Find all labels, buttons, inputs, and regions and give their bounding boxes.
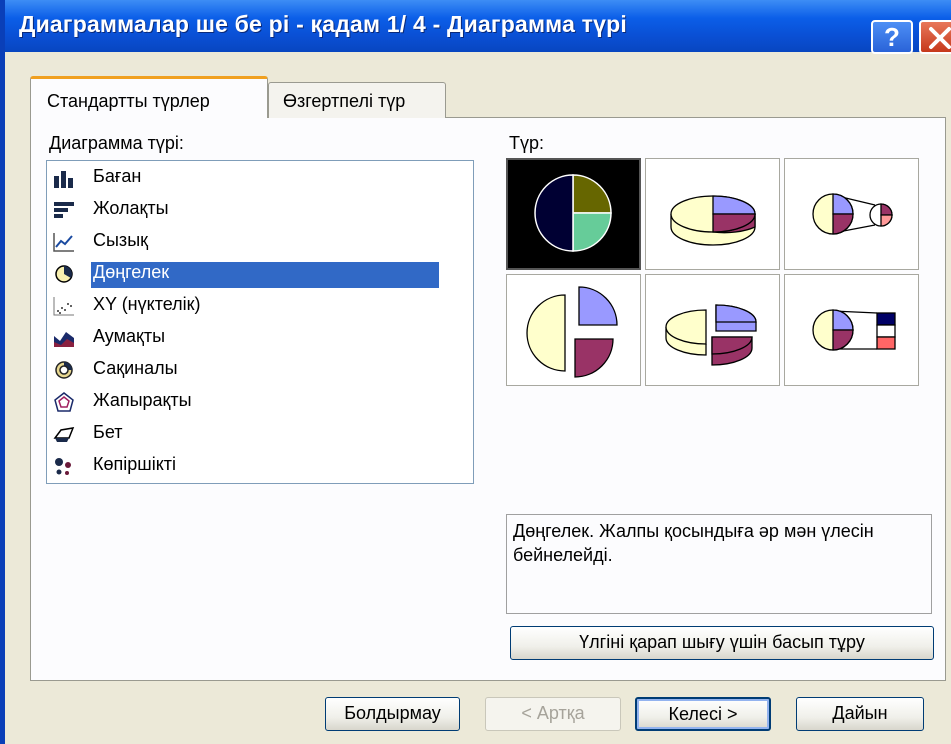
list-item[interactable]: Жолақты (49, 195, 439, 225)
next-button[interactable]: Келесі > (635, 697, 771, 731)
preview-button-label: Үлгіні қарап шығу үшін басып тұру (579, 632, 865, 652)
list-item-label: Сызық (93, 230, 149, 250)
doughnut-chart-icon (55, 361, 73, 379)
list-item[interactable]: Жапырақты (49, 387, 439, 417)
subtype-pie-of-pie[interactable] (784, 158, 919, 270)
list-item-label: Сақиналы (93, 358, 178, 378)
tab-standard-types[interactable]: Стандартты түрлер (30, 76, 268, 118)
list-item-label: XY (нүктелік) (93, 294, 201, 314)
exploded-pie-3d-subtype-icon (665, 304, 757, 366)
scatter-chart-icon (53, 297, 74, 316)
list-item-selected[interactable]: Дөңгелек (49, 259, 439, 289)
list-item-label: Көпіршікті (93, 454, 177, 474)
subtype-exploded-pie[interactable] (506, 274, 641, 386)
tab-custom-types-label: Өзгертпелі түр (283, 91, 406, 111)
pie-subtype-icon (534, 174, 612, 252)
bar-chart-icon (54, 202, 74, 218)
help-button[interactable]: ? (871, 20, 913, 54)
pie-of-pie-subtype-icon (812, 193, 893, 235)
line-chart-icon (53, 233, 74, 252)
subtype-exploded-pie-3d[interactable] (645, 274, 780, 386)
list-item[interactable]: Сызық (49, 227, 439, 257)
window-title: Диаграммалар ше бе рі - қадам 1/ 4 - Диа… (19, 11, 627, 37)
cancel-button-label: Болдырмау (344, 703, 441, 723)
close-icon (929, 27, 951, 49)
tab-custom-types[interactable]: Өзгертпелі түр (268, 82, 446, 118)
close-button[interactable] (919, 20, 951, 54)
radar-chart-icon (54, 392, 74, 412)
list-item[interactable]: Көпіршікті (49, 451, 439, 481)
list-item-label: Дөңгелек (91, 262, 439, 288)
subtype-label: Түр: (509, 133, 545, 153)
subtype-pie-3d[interactable] (645, 158, 780, 270)
title-bar[interactable]: Диаграммалар ше бе рі - қадам 1/ 4 - Диа… (5, 0, 951, 54)
bubble-chart-icon (55, 458, 71, 475)
subtype-bar-of-pie[interactable] (784, 274, 919, 386)
list-item-label: Аумақты (93, 326, 166, 346)
subtype-grid (506, 158, 919, 386)
chart-description: Дөңгелек. Жалпы қосындыға әр мән үлесін … (506, 514, 932, 614)
chart-type-label: Диаграмма түрі: (49, 133, 184, 153)
chart-wizard-window: Диаграммалар ше бе рі - қадам 1/ 4 - Диа… (0, 0, 951, 744)
column-chart-icon (54, 171, 73, 188)
list-item[interactable]: Баған (49, 163, 439, 193)
list-item-label: Жолақты (93, 198, 169, 218)
pie-3d-subtype-icon (670, 195, 756, 246)
list-item[interactable]: Аумақты (49, 323, 439, 353)
surface-chart-icon (53, 427, 75, 442)
subtype-pie[interactable] (506, 158, 641, 270)
list-item[interactable]: Сақиналы (49, 355, 439, 385)
list-item-label: Жапырақты (93, 390, 192, 410)
area-chart-icon (54, 332, 74, 347)
bar-of-pie-subtype-icon (812, 309, 896, 351)
cancel-button[interactable]: Болдырмау (325, 697, 460, 731)
pie-chart-icon (55, 265, 73, 283)
exploded-pie-subtype-icon (526, 286, 618, 378)
back-button-label: < Артқа (521, 703, 585, 723)
tab-standard-types-label: Стандартты түрлер (47, 91, 210, 111)
finish-button[interactable]: Дайын (796, 697, 924, 731)
list-item[interactable]: Бет (49, 419, 439, 449)
list-item-label: Бет (93, 422, 123, 442)
next-button-label: Келесі > (668, 704, 738, 724)
list-item[interactable]: XY (нүктелік) (49, 291, 439, 321)
preview-button[interactable]: Үлгіні қарап шығу үшін басып тұру (510, 626, 934, 660)
back-button[interactable]: < Артқа (485, 697, 621, 731)
list-item-label: Баған (93, 166, 142, 186)
chart-type-list[interactable]: Баған Жолақты Сызық Дөңгелек XY (нүктелі… (46, 160, 474, 484)
finish-button-label: Дайын (832, 703, 888, 723)
